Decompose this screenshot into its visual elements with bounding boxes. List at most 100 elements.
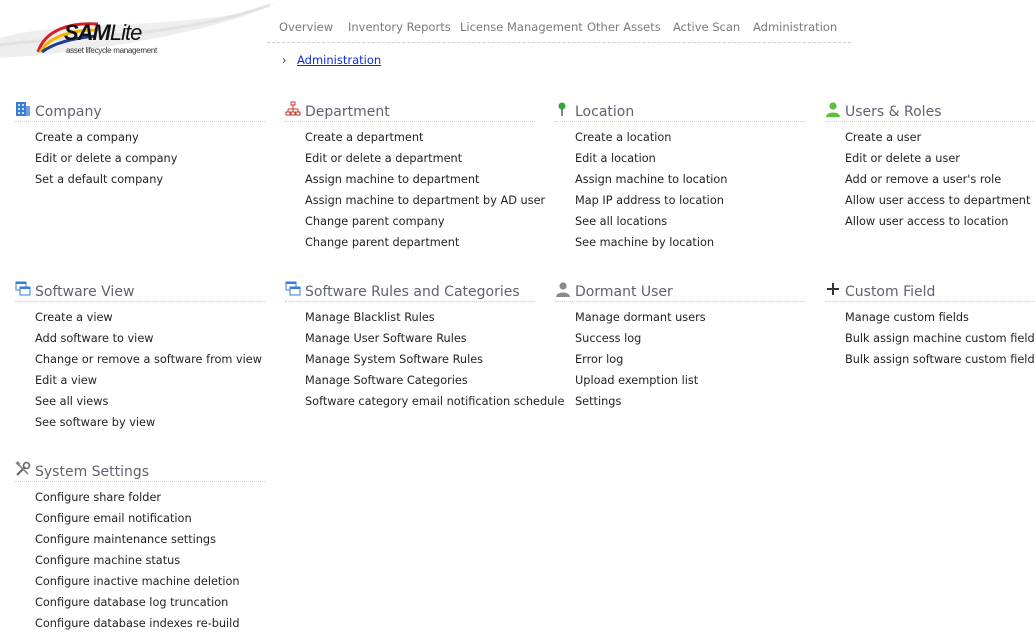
link-change-parent-department[interactable]: Change parent department xyxy=(305,235,535,256)
link-configure-maintenance-settings[interactable]: Configure maintenance settings xyxy=(35,532,265,553)
link-manage-system-software-rules[interactable]: Manage System Software Rules xyxy=(305,352,535,373)
section-users-roles: Users & Roles Create a user Edit or dele… xyxy=(825,101,1035,235)
link-edit-location[interactable]: Edit a location xyxy=(575,151,805,172)
nav-inventory-reports[interactable]: Inventory Reports xyxy=(348,20,451,34)
section-software-rules-title: Software Rules and Categories xyxy=(305,284,520,300)
logo-name-light: Lite xyxy=(109,20,143,45)
link-change-remove-software-view[interactable]: Change or remove a software from view xyxy=(35,352,265,373)
link-software-category-email-schedule[interactable]: Software category email notification sch… xyxy=(305,394,564,415)
section-system-settings-links: Configure share folder Configure email n… xyxy=(35,490,265,637)
link-add-remove-user-role[interactable]: Add or remove a user's role xyxy=(845,172,1035,193)
nav-active-scan[interactable]: Active Scan xyxy=(673,20,740,34)
link-create-company[interactable]: Create a company xyxy=(35,130,265,151)
tools-icon xyxy=(15,461,31,476)
link-manage-dormant-users[interactable]: Manage dormant users xyxy=(575,310,805,331)
link-assign-machine-department[interactable]: Assign machine to department xyxy=(305,172,535,193)
section-software-view: Software View Create a view Add software… xyxy=(15,281,265,436)
link-create-user[interactable]: Create a user xyxy=(845,130,1035,151)
user-gray-icon xyxy=(556,282,570,297)
link-see-machine-by-location[interactable]: See machine by location xyxy=(575,235,805,256)
link-allow-user-access-location[interactable]: Allow user access to location xyxy=(845,214,1035,235)
nav-other-assets[interactable]: Other Assets xyxy=(587,20,661,34)
plus-icon xyxy=(827,283,839,295)
nav-administration[interactable]: Administration xyxy=(753,20,837,34)
section-location-title: Location xyxy=(575,104,635,120)
section-location-header: Location xyxy=(555,101,805,122)
section-software-rules: Software Rules and Categories Manage Bla… xyxy=(285,281,564,415)
nav-overview[interactable]: Overview xyxy=(279,20,333,34)
section-department-header: Department xyxy=(285,101,535,122)
section-software-rules-header: Software Rules and Categories xyxy=(285,281,535,302)
link-see-software-by-view[interactable]: See software by view xyxy=(35,415,265,436)
section-location-links: Create a location Edit a location Assign… xyxy=(575,130,805,256)
top-navigation: Overview Inventory Reports License Manag… xyxy=(267,14,851,43)
section-company: Company Create a company Edit or delete … xyxy=(15,101,265,193)
org-chart-icon xyxy=(285,101,301,116)
link-manage-user-software-rules[interactable]: Manage User Software Rules xyxy=(305,331,535,352)
link-configure-email-notification[interactable]: Configure email notification xyxy=(35,511,265,532)
link-allow-user-access-department[interactable]: Allow user access to department xyxy=(845,193,1035,214)
link-edit-view[interactable]: Edit a view xyxy=(35,373,265,394)
section-department-links: Create a department Edit or delete a dep… xyxy=(305,130,545,256)
windows-stack-icon xyxy=(15,281,31,296)
link-create-location[interactable]: Create a location xyxy=(575,130,805,151)
link-dormant-settings[interactable]: Settings xyxy=(575,394,805,415)
section-company-title: Company xyxy=(35,104,102,120)
breadcrumb: › Administration xyxy=(282,53,381,67)
section-dormant-user-title: Dormant User xyxy=(575,284,673,300)
link-assign-machine-location[interactable]: Assign machine to location xyxy=(575,172,805,193)
link-configure-db-indexes-rebuild[interactable]: Configure database indexes re-build xyxy=(35,616,265,637)
section-company-header: Company xyxy=(15,101,265,122)
link-see-all-views[interactable]: See all views xyxy=(35,394,265,415)
link-configure-inactive-machine-deletion[interactable]: Configure inactive machine deletion xyxy=(35,574,265,595)
user-icon xyxy=(826,102,840,117)
link-change-parent-company[interactable]: Change parent company xyxy=(305,214,535,235)
section-custom-field-header: Custom Field xyxy=(825,281,1035,302)
link-assign-machine-department-ad-user[interactable]: Assign machine to department by AD user xyxy=(305,193,545,214)
link-edit-delete-department[interactable]: Edit or delete a department xyxy=(305,151,535,172)
map-pin-icon xyxy=(558,102,566,116)
section-dormant-user-header: Dormant User xyxy=(555,281,805,302)
link-set-default-company[interactable]: Set a default company xyxy=(35,172,265,193)
logo-wordmark: SAMLite xyxy=(64,20,143,45)
breadcrumb-administration-link[interactable]: Administration xyxy=(297,53,381,67)
nav-license-management[interactable]: License Management xyxy=(460,20,583,34)
link-configure-share-folder[interactable]: Configure share folder xyxy=(35,490,265,511)
building-icon xyxy=(16,102,30,116)
link-edit-delete-user[interactable]: Edit or delete a user xyxy=(845,151,1035,172)
link-manage-custom-fields[interactable]: Manage custom fields xyxy=(845,310,1035,331)
link-create-department[interactable]: Create a department xyxy=(305,130,535,151)
chevron-right-icon: › xyxy=(282,53,287,67)
link-create-view[interactable]: Create a view xyxy=(35,310,265,331)
link-bulk-assign-machine-field[interactable]: Bulk assign machine custom field xyxy=(845,331,1035,352)
section-users-roles-title: Users & Roles xyxy=(845,104,942,120)
section-software-rules-links: Manage Blacklist Rules Manage User Softw… xyxy=(305,310,564,415)
link-manage-software-categories[interactable]: Manage Software Categories xyxy=(305,373,535,394)
samlite-logo[interactable]: SAMLite asset lifecycle management xyxy=(0,0,280,75)
section-location: Location Create a location Edit a locati… xyxy=(555,101,805,256)
link-see-all-locations[interactable]: See all locations xyxy=(575,214,805,235)
logo-tagline: asset lifecycle management xyxy=(66,46,157,55)
link-manage-blacklist-rules[interactable]: Manage Blacklist Rules xyxy=(305,310,535,331)
link-configure-machine-status[interactable]: Configure machine status xyxy=(35,553,265,574)
link-map-ip-location[interactable]: Map IP address to location xyxy=(575,193,805,214)
section-software-view-header: Software View xyxy=(15,281,265,302)
link-success-log[interactable]: Success log xyxy=(575,331,805,352)
section-system-settings: System Settings Configure share folder C… xyxy=(15,461,265,637)
section-software-view-title: Software View xyxy=(35,284,135,300)
section-dormant-user: Dormant User Manage dormant users Succes… xyxy=(555,281,805,415)
link-configure-db-log-truncation[interactable]: Configure database log truncation xyxy=(35,595,265,616)
section-users-roles-header: Users & Roles xyxy=(825,101,1035,122)
link-error-log[interactable]: Error log xyxy=(575,352,805,373)
logo-name-bold: SAM xyxy=(64,20,111,45)
link-add-software-to-view[interactable]: Add software to view xyxy=(35,331,265,352)
link-edit-delete-company[interactable]: Edit or delete a company xyxy=(35,151,265,172)
section-company-links: Create a company Edit or delete a compan… xyxy=(35,130,265,193)
link-bulk-assign-software-field[interactable]: Bulk assign software custom field xyxy=(845,352,1035,373)
section-custom-field: Custom Field Manage custom fields Bulk a… xyxy=(825,281,1035,373)
section-department: Department Create a department Edit or d… xyxy=(285,101,545,256)
section-system-settings-title: System Settings xyxy=(35,464,150,480)
section-department-title: Department xyxy=(305,104,390,120)
link-upload-exemption-list[interactable]: Upload exemption list xyxy=(575,373,805,394)
section-dormant-user-links: Manage dormant users Success log Error l… xyxy=(575,310,805,415)
